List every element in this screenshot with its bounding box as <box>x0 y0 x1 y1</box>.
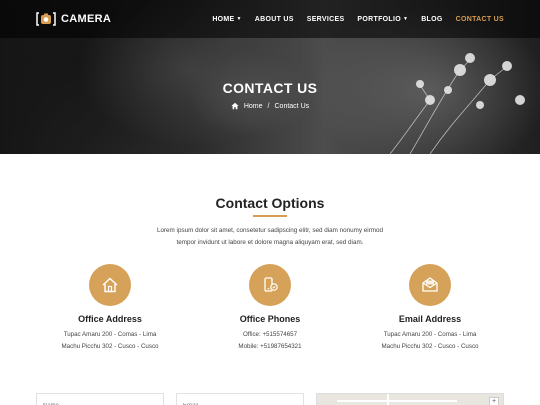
nav-item-contact-us[interactable]: CONTACT US <box>456 16 504 23</box>
card-line: Tupac Amaru 200 - Comas - Lima <box>63 331 157 338</box>
office-address-card: Office Address Tupac Amaru 200 - Comas -… <box>40 264 180 353</box>
nav-item-label: HOME <box>212 15 235 23</box>
map-road <box>337 400 457 402</box>
nav-item-label: SERVICES <box>306 15 345 23</box>
nav-item-blog[interactable]: BLOG <box>421 16 442 23</box>
email-address-card: Email Address Tupac Amaru 200 - Comas - … <box>360 264 500 353</box>
camera-logo-icon <box>36 12 56 26</box>
breadcrumb: Home / Contact Us <box>0 102 540 110</box>
email-field[interactable] <box>176 393 304 405</box>
location-map[interactable]: + <box>316 393 504 405</box>
card-title: Office Phones <box>239 314 301 324</box>
card-title: Email Address <box>398 314 462 324</box>
card-line: Office: +515574657 <box>242 331 298 338</box>
name-input[interactable] <box>37 397 163 405</box>
brand-name: CAMERA <box>61 13 112 25</box>
icon-circle <box>409 264 451 306</box>
breadcrumb-separator: / <box>267 102 270 110</box>
nav-item-label: BLOG <box>421 15 443 23</box>
card-line: Machu Picchu 302 - Cusco - Cusco <box>61 343 159 350</box>
icon-circle <box>249 264 291 306</box>
envelope-icon <box>422 277 438 292</box>
card-line: Machu Picchu 302 - Cusco - Cusco <box>381 343 479 350</box>
card-line: Tupac Amaru 200 - Comas - Lima <box>383 331 477 338</box>
nav-item-services[interactable]: SERVICES <box>307 16 345 23</box>
breadcrumb-home-link[interactable]: Home <box>244 103 263 110</box>
hero-flowers-image <box>389 53 525 154</box>
card-title: Office Address <box>78 314 142 324</box>
phone-icon <box>264 277 278 292</box>
nav-item-label: CONTACT US <box>455 15 504 23</box>
section-intro: Lorem ipsum dolor sit amet, consetetur s… <box>140 225 400 249</box>
nav-item-about-us[interactable]: ABOUT US <box>255 16 294 23</box>
main-menu: HOME ▼ ABOUT US SERVICES PORTFOLIO ▼ BLO… <box>212 16 504 23</box>
map-road <box>387 394 389 405</box>
title-underline <box>253 215 287 217</box>
name-field[interactable] <box>36 393 164 405</box>
map-zoom-button[interactable]: + <box>489 397 499 405</box>
intro-line: Lorem ipsum dolor sit amet, consetetur s… <box>156 227 384 234</box>
navbar: CAMERA HOME ▼ ABOUT US SERVICES PORTFOLI… <box>0 0 540 38</box>
card-line: Mobile: +51987654321 <box>238 343 302 350</box>
icon-circle <box>89 264 131 306</box>
nav-item-label: ABOUT US <box>254 15 294 23</box>
intro-line: tempor invidunt ut labore et dolore magn… <box>176 239 364 246</box>
nav-item-label: PORTFOLIO <box>357 15 401 23</box>
nav-item-home[interactable]: HOME ▼ <box>212 16 241 23</box>
house-icon <box>102 277 118 293</box>
email-input[interactable] <box>177 397 303 405</box>
office-phones-card: Office Phones Office: +515574657 Mobile:… <box>200 264 340 353</box>
page-title: CONTACT US <box>222 80 318 96</box>
nav-item-portfolio[interactable]: PORTFOLIO ▼ <box>357 16 408 23</box>
chevron-down-icon: ▼ <box>236 16 242 22</box>
chevron-down-icon: ▼ <box>402 16 409 22</box>
section-title: Contact Options <box>215 195 325 211</box>
breadcrumb-current: Contact Us <box>274 102 310 110</box>
brand[interactable]: CAMERA <box>36 11 111 27</box>
home-icon <box>231 102 239 110</box>
